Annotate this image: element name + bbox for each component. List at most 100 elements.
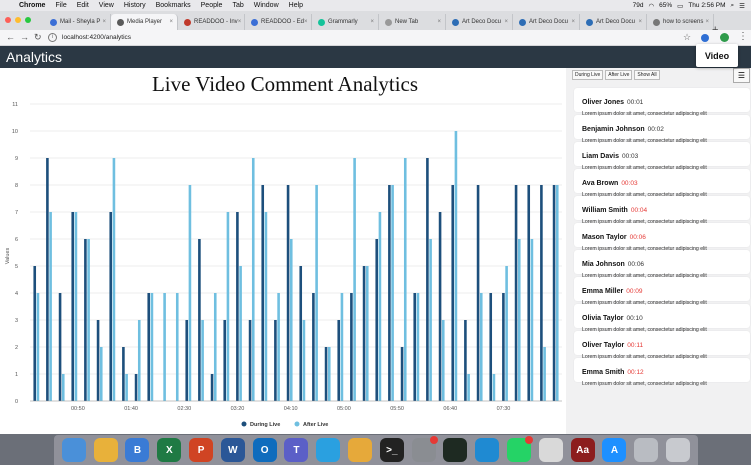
dictionary-icon[interactable]: Aa (570, 438, 595, 462)
comment-timestamp[interactable]: 00:04 (631, 207, 647, 214)
tab-favicon-icon (653, 18, 660, 26)
browser-tab[interactable]: Art Deco Docu × (446, 14, 513, 30)
info-icon[interactable]: i (48, 33, 57, 42)
address-bar[interactable]: i localhost:4200/analytics (48, 32, 678, 43)
comment-timestamp[interactable]: 00:06 (628, 261, 644, 268)
browser-tab[interactable]: Media Player × (111, 14, 178, 30)
comment-timestamp[interactable]: 00:03 (621, 180, 637, 187)
video-button[interactable]: Video (696, 44, 738, 67)
comment-timestamp[interactable]: 00:12 (627, 369, 643, 376)
comment-author: Benjamin Johnson (582, 126, 645, 133)
minimize-window-button[interactable] (15, 17, 21, 23)
maximize-window-button[interactable] (25, 17, 31, 23)
temperature-status[interactable]: 79d (633, 2, 644, 9)
comment-card[interactable]: Oliver Taylor 00:11 Lorem ipsum dolor sit … (574, 331, 750, 360)
clock[interactable]: Thu 2:56 PM (688, 2, 725, 9)
slack-icon[interactable] (348, 438, 373, 462)
comment-card[interactable]: Benjamin Johnson 00:02 Lorem ipsum dolor s… (574, 115, 750, 144)
tab-close-icon[interactable]: × (638, 19, 646, 25)
bookmark-star-icon[interactable]: ☆ (683, 32, 691, 43)
teams-icon[interactable]: T (284, 438, 309, 462)
menu-app-name[interactable]: Chrome (14, 2, 50, 9)
bbedit-icon[interactable]: B (125, 438, 150, 462)
tab-close-icon[interactable]: × (504, 19, 512, 25)
menu-history[interactable]: History (119, 2, 151, 9)
menu-window[interactable]: Window (249, 2, 284, 9)
back-arrow-icon[interactable]: ← (6, 32, 15, 42)
tab-close-icon[interactable]: × (571, 19, 579, 25)
comment-card[interactable]: Mia Johnson 00:06 Lorem ipsum dolor sit am… (574, 250, 750, 279)
comment-timestamp[interactable]: 00:09 (626, 288, 642, 295)
comment-card[interactable]: Emma Smith 00:12 Lorem ipsum dolor sit ame… (574, 358, 750, 387)
browser-menu-icon[interactable]: ⋮ (738, 31, 748, 42)
close-window-button[interactable] (5, 17, 11, 23)
browser-tab[interactable]: Art Deco Docu × (580, 14, 647, 30)
filter-during-live-button[interactable]: During Live (572, 70, 604, 80)
menu-tab[interactable]: Tab (227, 2, 248, 9)
notification-center-icon[interactable]: ☰ (739, 2, 745, 10)
menu-bookmarks[interactable]: Bookmarks (151, 2, 196, 9)
tab-close-icon[interactable]: × (437, 19, 445, 25)
battery-percent[interactable]: 65% (659, 2, 672, 9)
wifi-icon[interactable]: ◠ (648, 2, 654, 10)
tab-close-icon[interactable]: × (102, 19, 110, 25)
system-preferences-icon[interactable] (411, 436, 438, 462)
comment-timestamp[interactable]: 00:10 (627, 315, 643, 322)
forward-arrow-icon[interactable]: → (20, 32, 29, 42)
menu-edit[interactable]: Edit (72, 2, 94, 9)
tab-close-icon[interactable]: × (238, 19, 244, 25)
battery-icon[interactable]: ▭ (677, 2, 683, 10)
comment-card[interactable]: Mason Taylor 00:06 Lorem ipsum dolor sit a… (574, 223, 750, 252)
menu-help[interactable]: Help (284, 2, 308, 9)
comment-timestamp[interactable]: 00:01 (627, 99, 643, 106)
menu-file[interactable]: File (50, 2, 71, 9)
chrome-icon[interactable] (93, 438, 118, 462)
comment-timestamp[interactable]: 00:02 (648, 126, 664, 133)
browser-tab[interactable]: READDOO - Ed × (245, 14, 312, 30)
filter-after-live-button[interactable]: After Live (605, 70, 633, 80)
whatsapp-icon[interactable] (507, 436, 534, 462)
filter-show-all-button[interactable]: Show All (634, 70, 660, 80)
dock-icon-glyph: A (610, 444, 619, 456)
browser-tab[interactable]: Art Deco Docu × (513, 14, 580, 30)
comment-card[interactable]: Emma Miller 00:09 Lorem ipsum dolor sit am… (574, 277, 750, 306)
activity-monitor-icon[interactable] (443, 438, 468, 462)
comment-card[interactable]: William Smith 00:04 Lorem ipsum dolor sit … (574, 196, 750, 225)
powerpoint-icon[interactable]: P (189, 438, 214, 462)
menu-view[interactable]: View (94, 2, 119, 9)
tab-close-icon[interactable]: × (304, 19, 311, 25)
comment-timestamp[interactable]: 00:06 (630, 234, 646, 241)
file-manager-icon[interactable] (634, 438, 659, 462)
app-store-icon[interactable]: A (602, 438, 627, 462)
vscode-icon[interactable] (475, 438, 500, 462)
extension-icon[interactable] (701, 34, 709, 42)
comment-card[interactable]: Liam Davis 00:03 Lorem ipsum dolor sit ame… (574, 142, 750, 171)
browser-tab[interactable]: Grammarly × (312, 14, 379, 30)
filter-settings-icon[interactable]: ☰ (733, 68, 750, 83)
comment-card[interactable]: Olivia Taylor 00:10 Lorem ipsum dolor sit … (574, 304, 750, 333)
browser-tab[interactable]: Mail - Sheyla P × (44, 14, 111, 30)
outlook-icon[interactable]: O (252, 438, 277, 462)
profile-avatar[interactable] (720, 33, 729, 42)
comment-author: William Smith (582, 207, 628, 214)
finder-icon[interactable] (61, 438, 86, 462)
comment-timestamp[interactable]: 00:11 (627, 342, 643, 349)
trash-icon[interactable] (666, 438, 691, 462)
comment-card[interactable]: Ava Brown 00:03 Lorem ipsum dolor sit amet… (574, 169, 750, 198)
reload-icon[interactable]: ↻ (34, 32, 42, 43)
word-icon[interactable]: W (220, 438, 245, 462)
excel-icon[interactable]: X (157, 438, 182, 462)
comment-timestamp[interactable]: 00:03 (622, 153, 638, 160)
menu-people[interactable]: People (196, 2, 228, 9)
textedit-icon[interactable] (538, 438, 563, 462)
browser-tab[interactable]: READDOO - Inv × (178, 14, 245, 30)
safari-icon[interactable] (316, 438, 341, 462)
tab-close-icon[interactable]: × (370, 19, 378, 25)
terminal-icon[interactable]: >_ (379, 438, 404, 462)
browser-tab[interactable]: New Tab × (379, 14, 446, 30)
tab-close-icon[interactable]: × (169, 19, 177, 25)
search-icon[interactable]: ⌕ (731, 2, 735, 10)
comment-card[interactable]: Oliver Jones 00:01 Lorem ipsum dolor sit a… (574, 88, 750, 117)
bar-during-live (540, 185, 543, 401)
browser-tab[interactable]: how to screens × (647, 14, 714, 30)
